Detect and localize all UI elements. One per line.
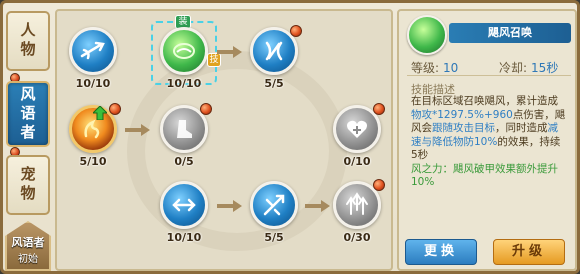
wind-blade-icon — [265, 41, 283, 61]
tab-windspeaker[interactable]: 风语者 — [6, 81, 50, 147]
upgrade-dot — [373, 179, 385, 191]
skill-level-fire-storm: 5/10 — [79, 155, 107, 168]
skill-node-wind-dart[interactable] — [69, 27, 117, 75]
upgrade-dot — [373, 103, 385, 115]
desc-line: 风会 — [411, 122, 432, 134]
tree-arrow — [217, 200, 242, 212]
upgrade-dot — [290, 25, 302, 37]
desc-line: ，同时造成 — [495, 122, 548, 134]
wind-orb-icon — [173, 43, 195, 59]
desc-slow: 减 — [547, 122, 559, 134]
skill-node-wind-summon[interactable] — [160, 27, 208, 75]
class-badge-name: 风语者 — [11, 236, 45, 249]
cooldown-row: 冷却: 15秒 — [499, 59, 558, 76]
upgrade-dot — [109, 103, 121, 115]
up-arrows-icon — [346, 192, 368, 215]
tab-character[interactable]: 人物 — [6, 11, 50, 71]
selected-skill-icon — [407, 15, 447, 55]
skill-node-twin-arrow[interactable] — [160, 181, 208, 229]
upgrade-button[interactable]: 升级 — [493, 239, 565, 265]
tree-arrow — [217, 46, 242, 58]
skill-node-arrow-burst[interactable] — [250, 181, 298, 229]
skill-window: 人物 风语者 宠物 风语者 初始 10/10 装 技 10/10 5/5 5/1… — [0, 0, 580, 274]
skill-level-wind-dart: 10/10 — [75, 77, 111, 90]
tree-arrow — [125, 124, 150, 136]
skill-level-value: 10 — [443, 61, 459, 75]
skill-tree: 10/10 装 技 10/10 5/5 5/10 0/5 0/10 10/10 … — [55, 9, 393, 271]
skill-level-triple-up: 0/30 — [343, 231, 371, 244]
arrow-burst-icon — [263, 194, 285, 216]
tab-pet-label: 宠物 — [18, 166, 37, 204]
wind-dart-icon — [80, 41, 105, 60]
class-badge-stage: 初始 — [18, 254, 38, 265]
skill-description: 在目标区域召唤飓风，累计造成 物攻*1297.5%+960点伤害，飓 风会跟随攻… — [411, 95, 571, 190]
skill-level-wind-blade: 5/5 — [264, 77, 284, 90]
tree-arrow — [305, 200, 330, 212]
heart-plus-icon — [347, 120, 367, 138]
cooldown-value: 15秒 — [531, 61, 559, 75]
desc-line: 在目标区域召唤飓风，累计造成 — [411, 95, 558, 107]
desc-bonus: 风之力：飓风破甲效果额外提升10% — [411, 162, 558, 189]
level-up-arrow-icon — [93, 106, 107, 120]
desc-line: 5秒 — [411, 149, 429, 161]
desc-line: 的效果，持续 — [497, 135, 561, 148]
desc-debuff: 速与降低物防10% — [411, 135, 498, 148]
skill-level-row: 等级: 10 — [411, 59, 458, 76]
skill-level-twin-arrow: 10/10 — [166, 231, 202, 244]
desc-follow-target: 跟随攻击目标 — [432, 122, 495, 134]
desc-damage-formula: 物攻*1297.5%+960 — [411, 108, 513, 121]
desc-line: 点伤害，飓 — [512, 108, 566, 121]
crossed-arrows-icon — [172, 198, 196, 212]
tab-pet[interactable]: 宠物 — [6, 155, 50, 215]
swap-button[interactable]: 更换 — [405, 239, 477, 265]
skill-level-gust-step: 0/5 — [174, 155, 194, 168]
tab-character-label: 人物 — [18, 22, 37, 60]
skill-detail-panel: 飓风召唤 等级: 10 冷却: 15秒 技能描述 在目标区域召唤飓风，累计造成 物攻… — [397, 9, 577, 271]
divider — [407, 75, 571, 76]
skill-level-label: 等级: — [411, 61, 440, 75]
cooldown-label: 冷却: — [499, 61, 528, 75]
skill-level-arrow-burst: 5/5 — [264, 231, 284, 244]
selected-skill-name: 飓风召唤 — [449, 23, 571, 43]
upgrade-dot — [200, 103, 212, 115]
tab-windspeaker-label: 风语者 — [18, 85, 37, 143]
boot-icon — [177, 120, 192, 138]
skill-level-wind-summon: 10/10 — [166, 77, 202, 90]
skill-level-heal-wind: 0/10 — [343, 155, 371, 168]
